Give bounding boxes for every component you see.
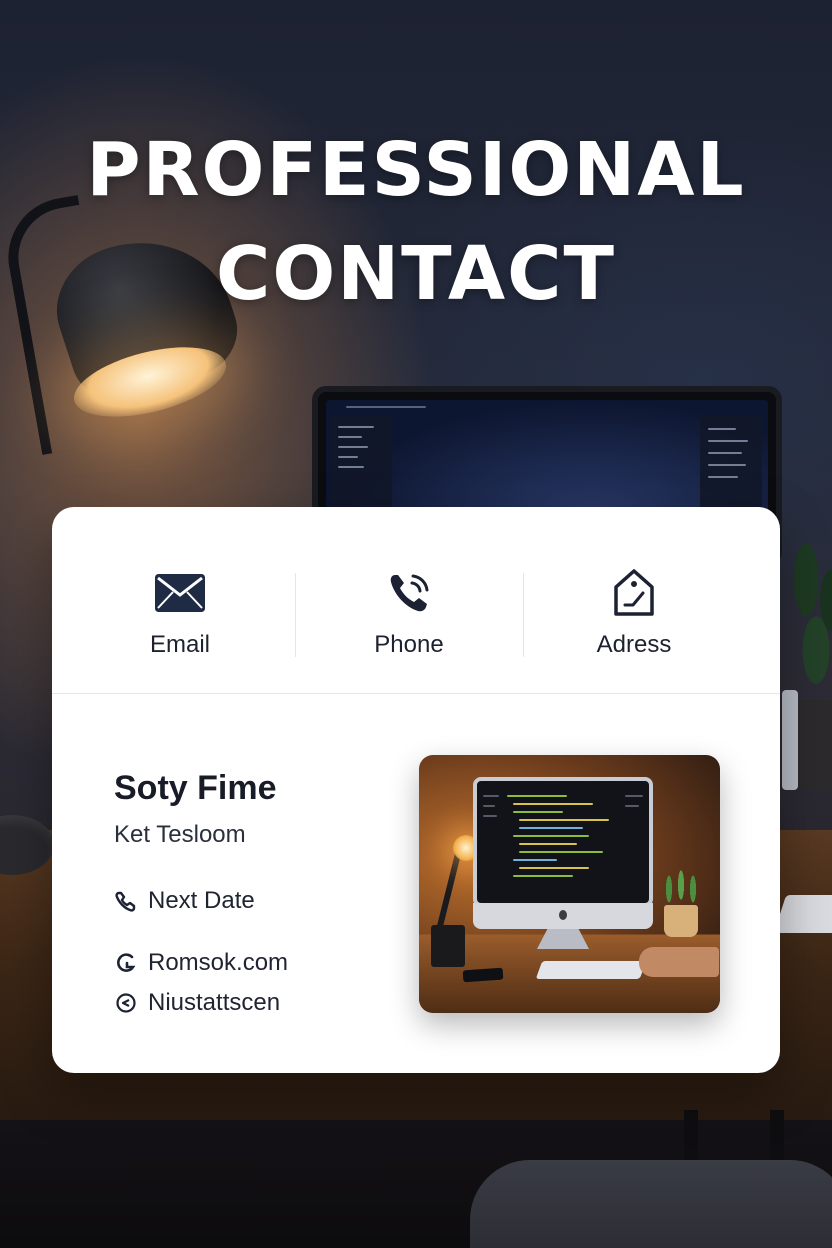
contact-categories: Email Phone Adress (52, 507, 780, 694)
envelope-icon (60, 569, 300, 617)
headline-line-1: PROFESSIONAL (86, 127, 746, 213)
contact-row-website[interactable]: Romsok.com (114, 949, 288, 977)
link-icon (114, 889, 138, 913)
contact-row-text: Niustattscen (148, 989, 281, 1016)
monitor-pane (700, 416, 762, 512)
phone-option[interactable]: Phone (289, 569, 529, 659)
address-label: Adress (596, 631, 672, 658)
contact-role: Ket Tesloom (114, 821, 246, 848)
pin-icon (114, 991, 138, 1015)
monitor-pane (330, 416, 392, 512)
phone-icon (289, 569, 529, 617)
phone-label: Phone (374, 631, 444, 658)
contact-card: Email Phone Adress Soty Fime Ket Tesloom… (52, 507, 780, 1073)
plant (776, 520, 832, 710)
contact-name: Soty Fime (114, 769, 277, 807)
address-tag-icon (514, 569, 754, 617)
email-option[interactable]: Email (60, 569, 300, 659)
address-option[interactable]: Adress (514, 569, 754, 659)
chair (470, 1160, 832, 1248)
headline: PROFESSIONAL CONTACT (0, 118, 832, 326)
workspace-photo (419, 755, 720, 1013)
globe-icon (114, 951, 138, 975)
headline-line-2: CONTACT (216, 231, 616, 317)
contact-row-date[interactable]: Next Date (114, 887, 255, 915)
contact-row-location[interactable]: Niustattscen (114, 989, 280, 1017)
contact-row-text: Romsok.com (148, 949, 289, 976)
photo-monitor (473, 777, 653, 907)
contact-row-text: Next Date (148, 887, 255, 914)
email-label: Email (149, 631, 210, 658)
monitor-stand (782, 690, 798, 790)
